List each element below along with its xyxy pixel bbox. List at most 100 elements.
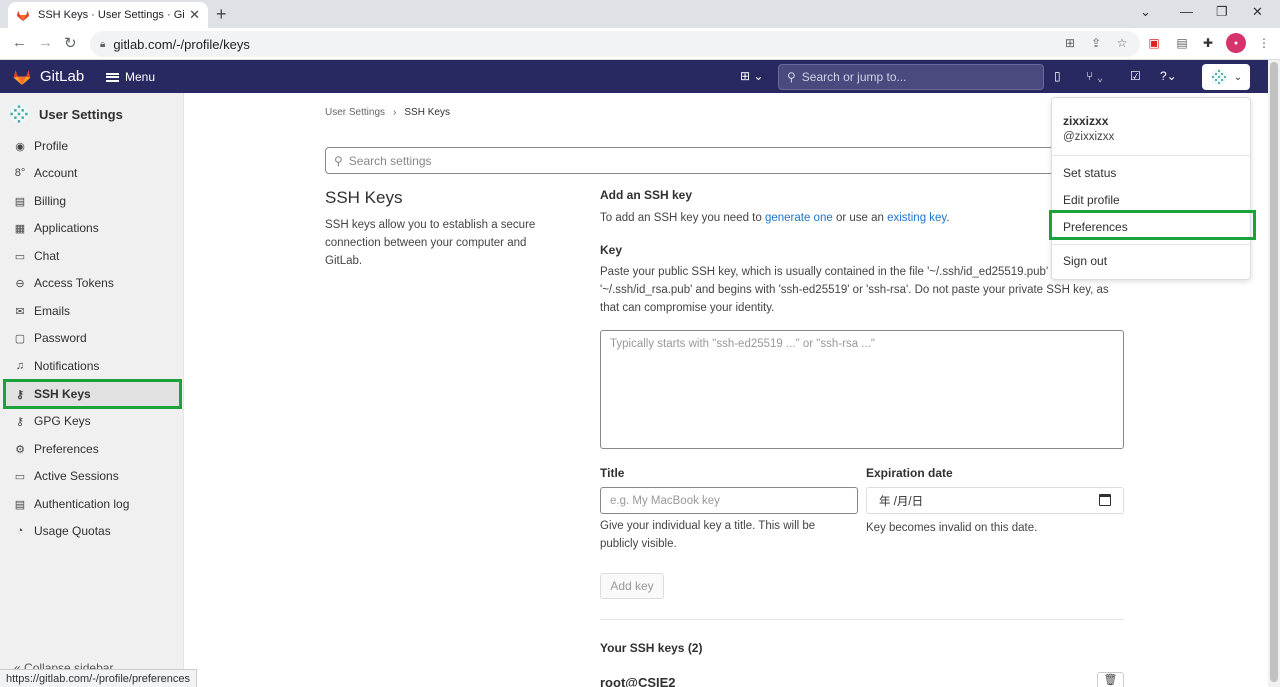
intro-text: or use an bbox=[832, 212, 888, 224]
title-input[interactable]: e.g. My MacBook key bbox=[600, 487, 858, 514]
chat-icon: ▭ bbox=[14, 250, 26, 263]
gitlab-logo[interactable]: GitLab bbox=[12, 67, 84, 86]
add-key-button[interactable]: Add key bbox=[600, 573, 664, 599]
sidebar-item-label: Usage Quotas bbox=[34, 524, 111, 538]
existing-key-link[interactable]: existing key bbox=[887, 212, 946, 224]
expiration-label: Expiration date bbox=[866, 466, 953, 480]
user-menu-button[interactable]: ⌄ bbox=[1202, 64, 1250, 90]
add-key-heading: Add an SSH key bbox=[600, 188, 693, 202]
browser-tab[interactable]: SSH Keys · User Settings · GitLab ✕ bbox=[8, 2, 208, 28]
sidebar-item-password[interactable]: ▢ Password bbox=[4, 325, 180, 351]
applications-icon: ▦ bbox=[14, 222, 26, 235]
sidebar-item-emails[interactable]: ✉ Emails bbox=[4, 298, 180, 324]
translate-icon[interactable]: ⊞ bbox=[1062, 35, 1078, 51]
gitlab-header: GitLab Menu ⊞ ⌄ ⚲ Search or jump to... ▯… bbox=[0, 60, 1268, 93]
bookmark-star-icon[interactable]: ☆ bbox=[1114, 35, 1130, 51]
dropdown-divider bbox=[1052, 155, 1250, 156]
breadcrumb-current: SSH Keys bbox=[404, 107, 450, 118]
sidebar-item-applications[interactable]: ▦ Applications bbox=[4, 215, 180, 241]
minimize-icon[interactable]: — bbox=[1180, 4, 1193, 19]
sidebar-item-access-tokens[interactable]: ⊖ Access Tokens bbox=[4, 270, 180, 296]
sidebar-item-active-sessions[interactable]: ▭ Active Sessions bbox=[4, 463, 180, 489]
search-settings-input[interactable]: ⚲ Search settings bbox=[325, 147, 1065, 174]
sidebar-item-usage-quotas[interactable]: ◔ Usage Quotas bbox=[4, 518, 180, 544]
sign-out-item[interactable]: Sign out bbox=[1063, 254, 1107, 268]
billing-icon: ▤ bbox=[14, 195, 26, 208]
sidebar-item-label: Active Sessions bbox=[34, 469, 119, 483]
breadcrumb-user-settings[interactable]: User Settings bbox=[325, 107, 385, 118]
lock-icon: 🔒︎ bbox=[100, 38, 106, 50]
sidebar-item-label: Preferences bbox=[34, 442, 99, 456]
forward-icon[interactable]: → bbox=[38, 34, 53, 51]
page-scrollbar[interactable] bbox=[1268, 60, 1280, 687]
chevron-right-icon: › bbox=[393, 107, 397, 118]
reload-icon[interactable]: ↻ bbox=[64, 34, 77, 52]
search-icon: ⚲ bbox=[787, 70, 796, 84]
title-placeholder: e.g. My MacBook key bbox=[610, 494, 720, 507]
add-key-intro: To add an SSH key you need to generate o… bbox=[600, 209, 950, 227]
issues-icon[interactable]: ▯ bbox=[1054, 69, 1061, 83]
sidebar-item-chat[interactable]: ▭ Chat bbox=[4, 243, 180, 269]
user-avatar-icon bbox=[9, 104, 29, 124]
sidebar-item-preferences[interactable]: ⚙ Preferences bbox=[4, 436, 180, 462]
tab-close-icon[interactable]: ✕ bbox=[189, 7, 200, 23]
tab-search-icon[interactable]: ⌄ bbox=[1140, 4, 1151, 20]
set-status-item[interactable]: Set status bbox=[1063, 166, 1116, 180]
window-close-icon[interactable]: ✕ bbox=[1252, 4, 1263, 20]
user-avatar-icon bbox=[1210, 69, 1227, 85]
share-icon[interactable]: ⇪ bbox=[1088, 35, 1104, 51]
section-divider bbox=[600, 619, 1124, 620]
browser-menu-icon[interactable]: ⋮ bbox=[1256, 35, 1272, 51]
sidebar-item-authentication-log[interactable]: ▤ Authentication log bbox=[4, 491, 180, 517]
calendar-icon[interactable] bbox=[1099, 494, 1111, 506]
merge-requests-icon[interactable]: ⑂ ⌄ bbox=[1086, 69, 1104, 83]
section-description: SSH keys allow you to establish a secure… bbox=[325, 219, 536, 267]
sidebar-item-label: Profile bbox=[34, 139, 69, 153]
help-icon[interactable]: ?⌄ bbox=[1160, 69, 1177, 83]
intro-text: To add an SSH key you need to bbox=[600, 212, 765, 224]
section-title: SSH Keys bbox=[325, 188, 403, 207]
extensions-puzzle-icon[interactable]: ✚ bbox=[1200, 35, 1216, 51]
sidebar-header[interactable]: User Settings bbox=[8, 103, 123, 125]
delete-key-button[interactable]: 🗑︎ bbox=[1097, 672, 1124, 687]
key-textarea[interactable]: Typically starts with "ssh-ed25519 ..." … bbox=[600, 330, 1124, 449]
scrollbar-thumb[interactable] bbox=[1270, 62, 1278, 682]
search-input[interactable]: ⚲ Search or jump to... bbox=[778, 64, 1044, 90]
browser-tab-bar: SSH Keys · User Settings · GitLab ✕ + ⌄ … bbox=[0, 0, 1280, 28]
date-value: 年 /月/日 bbox=[879, 495, 924, 508]
sidebar-title: User Settings bbox=[39, 106, 123, 122]
new-dropdown-icon[interactable]: ⊞ ⌄ bbox=[740, 69, 763, 83]
sidebar-item-account[interactable]: 8° Account bbox=[4, 160, 180, 186]
todos-icon[interactable]: ☑ bbox=[1130, 69, 1141, 83]
pdf-extension-icon[interactable]: ▣ bbox=[1146, 35, 1162, 51]
sidebar-item-billing[interactable]: ▤ Billing bbox=[4, 188, 180, 214]
address-bar[interactable]: 🔒︎ gitlab.com/-/profile/keys bbox=[90, 31, 1140, 57]
search-placeholder: Search or jump to... bbox=[801, 70, 907, 84]
tab-title: SSH Keys · User Settings · GitLab bbox=[38, 9, 185, 21]
edit-profile-item[interactable]: Edit profile bbox=[1063, 193, 1120, 207]
hamburger-icon bbox=[106, 72, 119, 82]
maximize-icon[interactable]: ❐ bbox=[1216, 4, 1228, 20]
back-icon[interactable]: ← bbox=[12, 34, 27, 51]
sidebar-item-label: Billing bbox=[34, 194, 67, 208]
profile-avatar-icon[interactable]: ● bbox=[1226, 33, 1246, 53]
generate-one-link[interactable]: generate one bbox=[765, 212, 833, 224]
menu-button[interactable]: Menu bbox=[106, 70, 155, 84]
expiration-date-input[interactable]: 年 /月/日 bbox=[866, 487, 1124, 514]
sidebar-item-notifications[interactable]: ♫ Notifications bbox=[4, 353, 180, 379]
monitor-icon: ▭ bbox=[14, 470, 26, 483]
new-tab-icon[interactable]: + bbox=[216, 4, 227, 25]
sidebar-item-label: Authentication log bbox=[34, 497, 130, 511]
key-help-text: Paste your public SSH key, which is usua… bbox=[600, 266, 1109, 314]
quota-icon: ◔ bbox=[16, 525, 24, 537]
user-dropdown-menu: zixxizxx @zixxizxx Set status Edit profi… bbox=[1051, 97, 1251, 280]
extension-icon[interactable]: ▤ bbox=[1174, 35, 1190, 51]
sidebar-item-profile[interactable]: ◉ Profile bbox=[4, 133, 180, 159]
key-icon: ⚷ bbox=[15, 415, 25, 428]
sidebar-item-label: Emails bbox=[34, 304, 71, 318]
dropdown-user-name: zixxizxx bbox=[1063, 114, 1109, 128]
bell-icon: ♫ bbox=[15, 360, 25, 372]
log-icon: ▤ bbox=[14, 498, 26, 511]
sidebar-item-gpg-keys[interactable]: ⚷ GPG Keys bbox=[4, 408, 180, 434]
breadcrumb: User Settings › SSH Keys bbox=[325, 107, 450, 118]
